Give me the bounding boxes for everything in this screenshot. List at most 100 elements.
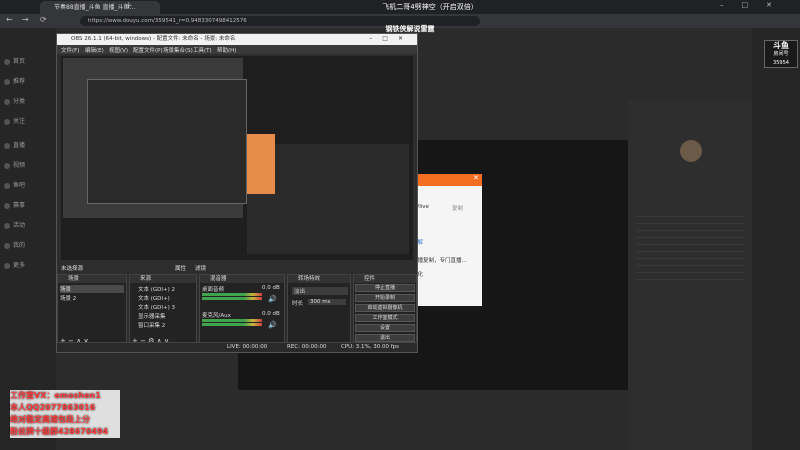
studio-mode-button[interactable]: 工作室模式 (355, 314, 415, 322)
room-number: 35954 (773, 60, 789, 66)
nav-icon (4, 98, 10, 105)
nav-item[interactable]: 首页 (4, 56, 54, 68)
watermark-line: 粉丝牌十级群428670494 (10, 426, 120, 438)
scenes-panel: 场景 场景 场景 2 + − ∧ ∨ (57, 274, 127, 348)
watermark-line: 工作室VX：emoshen1 (10, 390, 120, 402)
watermark-line: 本人QQ2077863016 (10, 402, 120, 414)
preview-nested-screen (87, 79, 247, 204)
menu-profile[interactable]: 配置文件(P) (133, 46, 163, 54)
audio-meter (202, 293, 262, 296)
obs-titlebar: OBS 26.1.1 (64-bit, windows) - 配置文件: 未命名… (57, 34, 417, 45)
nav-icon (4, 262, 10, 269)
no-source-label: 未选择源 (61, 266, 84, 272)
chat-messages (636, 210, 744, 280)
filters-button[interactable]: 滤镜 (195, 264, 206, 272)
exit-button[interactable]: 退出 (355, 334, 415, 342)
mixer-track-name: 桌面音频 (202, 287, 225, 293)
menu-edit[interactable]: 编辑(E) (85, 46, 104, 54)
duration-label: 时长 (292, 301, 304, 307)
scene-item[interactable]: 场景 2 (60, 294, 76, 302)
nav-icon (4, 162, 10, 169)
left-nav: 首页 推荐 分类 关注 直播 视频 鱼吧 赛事 活动 我的 更多 (0, 28, 56, 450)
source-item[interactable]: 文本 (GDI+) 3 (138, 303, 175, 311)
mixer-track-name: 麦克风/Aux (202, 313, 231, 319)
nav-item[interactable]: 更多 (4, 260, 54, 272)
window-controls[interactable]: –□✕ (720, 1, 790, 9)
channel-logo: 斗鱼 房间号 35954 (764, 40, 798, 68)
menu-view[interactable]: 视图(V) (109, 46, 128, 54)
settings-button[interactable]: 设置 (355, 324, 415, 332)
sources-panel: 来源 文本 (GDI+) 2 文本 (GDI+) 文本 (GDI+) 3 显示器… (129, 274, 197, 348)
menu-tools[interactable]: 工具(T) (193, 46, 212, 54)
obs-status-bar: LIVE: 00:00:00 REC: 00:00:00 CPU: 3.1%, … (57, 342, 417, 352)
sources-header: 来源 (130, 275, 196, 283)
source-item[interactable]: 文本 (GDI+) (138, 294, 170, 302)
nav-icon (4, 222, 10, 229)
duration-input[interactable]: 300 ms (308, 299, 346, 305)
menu-scene-collection[interactable]: 场景集合(S) (163, 46, 193, 54)
mixer-panel: 混音器 桌面音频 0.0 dB 🔊 麦克风/Aux 0.0 dB 🔊 (199, 274, 285, 348)
start-recording-button[interactable]: 开始录制 (355, 294, 415, 302)
nav-item[interactable]: 关注 (4, 116, 54, 128)
controls-header: 控件 (354, 275, 416, 283)
scene-item[interactable]: 场景 (60, 285, 124, 293)
watermark-line: 绝对稳定高速包段上分 (10, 414, 120, 426)
browser-tab[interactable]: 节奏88直播_斗鱼 直播_斗鱼... (40, 1, 160, 14)
source-item[interactable]: 文本 (GDI+) 2 (138, 285, 175, 293)
nav-item[interactable]: 鱼吧 (4, 180, 54, 192)
studio-watermark: 工作室VX：emoshen1 本人QQ2077863016 绝对稳定高速包段上分… (10, 390, 120, 438)
anchor-avatar[interactable] (680, 140, 702, 162)
nav-item[interactable]: 视频 (4, 160, 54, 172)
cpu-fps: CPU: 3.1%, 30.00 fps (341, 344, 400, 350)
room-label: 房间号 (773, 51, 789, 57)
transitions-header: 转场特效 (288, 275, 350, 283)
transitions-panel: 转场特效 淡出 时长 300 ms (287, 274, 351, 348)
nav-icon (4, 118, 10, 125)
rank-column (752, 28, 800, 450)
nav-item[interactable]: 活动 (4, 220, 54, 232)
menu-file[interactable]: 文件(F) (61, 46, 79, 54)
mixer-track-db: 0.0 dB (262, 285, 280, 291)
nav-item[interactable]: 推荐 (4, 76, 54, 88)
nav-icon (4, 78, 10, 85)
speaker-icon[interactable]: 🔊 (268, 321, 277, 329)
obs-window-controls[interactable]: –□✕ (369, 35, 413, 42)
mixer-header: 混音器 (200, 275, 284, 283)
stop-streaming-button[interactable]: 停止直播 (355, 284, 415, 292)
source-item[interactable]: 窗口采集 2 (138, 321, 165, 329)
nav-icon (4, 182, 10, 189)
mixer-track-db: 0.0 dB (262, 311, 280, 317)
source-item[interactable]: 显示器采集 (138, 312, 166, 320)
audio-meter (202, 323, 262, 326)
nav-item[interactable]: 分类 (4, 96, 54, 108)
audio-meter (202, 297, 262, 300)
reload-icon[interactable]: ⟳ (40, 15, 47, 24)
transition-select[interactable]: 淡出 (292, 287, 348, 295)
panel-note: 重播复制，专门直播... (412, 258, 467, 264)
audio-meter (202, 319, 262, 322)
preview-orange-block (247, 134, 275, 194)
nav-icon (4, 242, 10, 249)
start-virtual-camera-button[interactable]: 启动虚拟摄像机 (355, 304, 415, 312)
forward-icon[interactable]: → (22, 15, 29, 24)
nav-item[interactable]: 赛事 (4, 200, 54, 212)
new-tab-icon[interactable]: + (125, 1, 133, 11)
logo-text: 斗鱼 (773, 41, 789, 50)
obs-window: OBS 26.1.1 (64-bit, windows) - 配置文件: 未命名… (56, 33, 418, 353)
back-icon[interactable]: ← (6, 15, 13, 24)
nav-icon (4, 142, 10, 149)
close-icon[interactable]: ✕ (473, 174, 479, 182)
nav-icon (4, 202, 10, 209)
nav-item[interactable]: 直播 (4, 140, 54, 152)
live-timer: LIVE: 00:00:00 (227, 344, 268, 350)
stream-title: 飞机二哥4劈神空（开启双倍） (382, 3, 478, 11)
menu-help[interactable]: 帮助(H) (217, 46, 236, 54)
nav-icon (4, 58, 10, 65)
properties-button[interactable]: 属性 (175, 264, 186, 272)
settings-panel-header: ✕ (408, 174, 482, 186)
scenes-header: 场景 (58, 275, 126, 283)
chat-sidebar (628, 100, 752, 450)
speaker-icon[interactable]: 🔊 (268, 295, 277, 303)
copy-link[interactable]: 复制 (452, 204, 463, 212)
nav-item[interactable]: 我的 (4, 240, 54, 252)
